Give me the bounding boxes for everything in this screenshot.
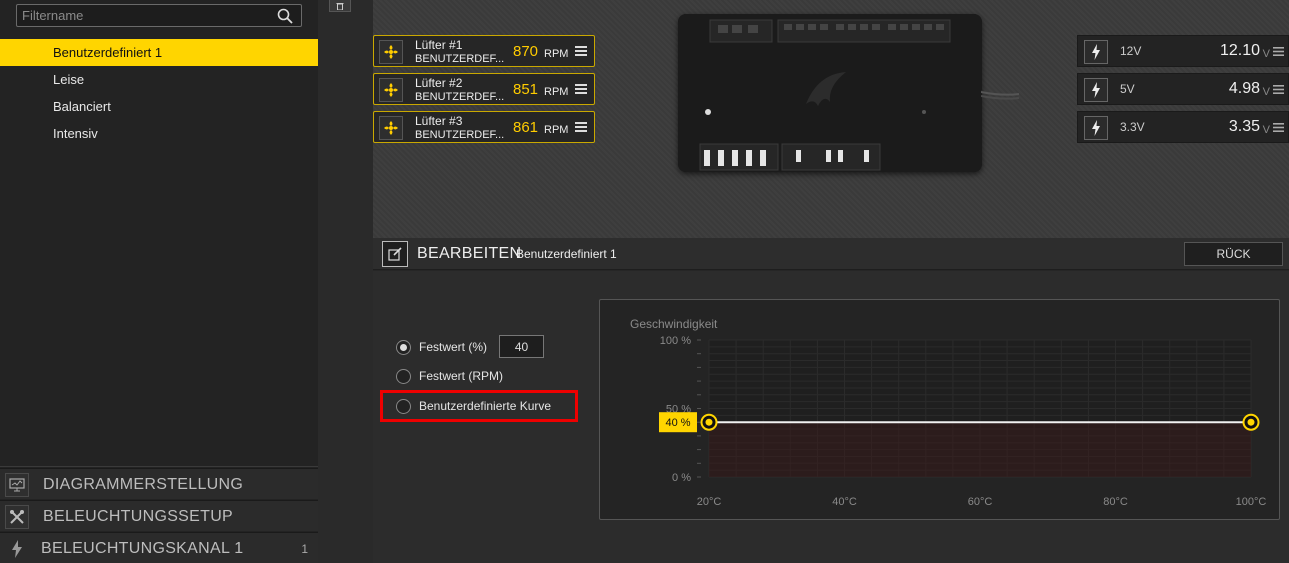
filter-box[interactable]	[16, 4, 302, 27]
sidebar: Benutzerdefiniert 1 Leise Balanciert Int…	[0, 0, 318, 563]
hamburger-menu-icon[interactable]	[1273, 122, 1284, 133]
hamburger-menu-icon[interactable]	[1273, 84, 1284, 95]
radio-button[interactable]	[396, 398, 411, 414]
back-button[interactable]: RÜCK	[1184, 242, 1283, 266]
voltage-value: 4.98	[1228, 80, 1260, 97]
hamburger-menu-icon[interactable]	[1273, 46, 1284, 57]
voltage-card-3-3v: 3.3V 3.35 V	[1077, 111, 1289, 143]
fan-icon	[379, 116, 403, 140]
app-root: Benutzerdefiniert 1 Leise Balanciert Int…	[0, 0, 1289, 563]
lightning-icon	[1084, 116, 1108, 140]
edit-profile-name: Benutzerdefiniert 1	[516, 247, 617, 261]
x-tick-label: 20°C	[697, 496, 722, 508]
section-diagrammerstellung[interactable]: DIAGRAMMERSTELLUNG	[0, 468, 318, 499]
curve-point-center	[705, 418, 713, 426]
sidebar-divider	[0, 466, 318, 467]
filter-input[interactable]	[22, 7, 272, 24]
section-beleuchtungssetup[interactable]: BELEUCHTUNGSSETUP	[0, 500, 318, 531]
fan-name: Lüfter #1	[415, 38, 463, 52]
profile-item-balanciert[interactable]: Balanciert	[0, 93, 318, 120]
hamburger-menu-icon[interactable]	[575, 83, 587, 95]
voltage-label: 5V	[1120, 82, 1135, 96]
section-label: DIAGRAMMERSTELLUNG	[43, 476, 244, 493]
mode-radio-fixed-rpm[interactable]: Festwert (RPM)	[396, 367, 503, 385]
x-tick-label: 60°C	[968, 496, 993, 508]
fan-controller-hub-image	[678, 14, 1019, 172]
voltage-card-5v: 5V 4.98 V	[1077, 73, 1289, 105]
lightning-icon	[5, 537, 29, 561]
section-label: BELEUCHTUNGSKANAL 1	[41, 540, 244, 557]
profile-list: Benutzerdefiniert 1 Leise Balanciert Int…	[0, 39, 318, 147]
profile-item-leise[interactable]: Leise	[0, 66, 318, 93]
voltage-unit: V	[1262, 86, 1270, 98]
mode-radio-fixed-percent[interactable]: Festwert (%)	[396, 338, 487, 356]
hamburger-menu-icon[interactable]	[575, 45, 587, 57]
current-value-label: 40 %	[665, 417, 690, 429]
fan-card-2[interactable]: Lüfter #2 BENUTZERDEF... 851 RPM	[373, 73, 595, 105]
radio-button[interactable]	[396, 339, 411, 355]
voltage-value: 12.10	[1219, 42, 1260, 59]
edit-header: BEARBEITEN Benutzerdefiniert 1 RÜCK	[373, 238, 1289, 270]
voltage-label: 12V	[1120, 44, 1142, 58]
x-tick-label: 100°C	[1236, 496, 1267, 508]
fan-name: Lüfter #2	[415, 76, 463, 90]
voltage-card-12v: 12V 12.10 V	[1077, 35, 1289, 67]
edit-icon	[382, 241, 408, 267]
hamburger-menu-icon[interactable]	[575, 121, 587, 133]
radio-label: Festwert (RPM)	[419, 369, 503, 383]
fan-card-3[interactable]: Lüfter #3 BENUTZERDEF... 861 RPM	[373, 111, 595, 143]
y-tick-label: 0 %	[672, 472, 691, 484]
profile-item-benutzerdefiniert-1[interactable]: Benutzerdefiniert 1	[0, 39, 318, 66]
voltage-unit: V	[1262, 48, 1270, 60]
voltage-unit: V	[1262, 124, 1270, 136]
radio-label: Festwert (%)	[419, 340, 488, 354]
section-count: 1	[301, 542, 308, 556]
curve-point-center	[1247, 418, 1255, 426]
y-tick-label: 100 %	[660, 335, 691, 347]
fan-icon	[379, 40, 403, 64]
hub-cable	[981, 91, 1020, 100]
search-icon[interactable]	[277, 8, 293, 24]
x-tick-label: 40°C	[832, 496, 857, 508]
fan-rpm-value: 851	[513, 81, 539, 98]
voltage-label: 3.3V	[1120, 120, 1145, 134]
fan-rpm-value: 870	[513, 43, 539, 60]
profile-item-intensiv[interactable]: Intensiv	[0, 120, 318, 147]
fan-rpm-unit: RPM	[544, 124, 569, 136]
fixed-value-input[interactable]	[499, 335, 544, 358]
speed-curve-chart[interactable]: 100 %50 %0 %20°C 40°C 60°C 80°C 100°C40 %	[599, 299, 1280, 520]
section-beleuchtungskanal-1[interactable]: BELEUCHTUNGSKANAL 1 1	[0, 532, 318, 563]
voltage-value: 3.35	[1228, 118, 1260, 135]
fan-rpm-unit: RPM	[544, 48, 569, 60]
fan-rpm-unit: RPM	[544, 86, 569, 98]
radio-button[interactable]	[396, 368, 411, 384]
x-tick-label: 80°C	[1103, 496, 1128, 508]
fan-profile: BENUTZERDEF...	[415, 53, 505, 65]
mode-radio-custom-curve[interactable]: Benutzerdefinierte Kurve	[396, 397, 551, 415]
fan-profile: BENUTZERDEF...	[415, 129, 505, 141]
radio-label: Benutzerdefinierte Kurve	[419, 399, 552, 413]
curve-fill-area	[709, 422, 1251, 477]
fan-name: Lüfter #3	[415, 114, 463, 128]
tools-icon	[5, 505, 29, 529]
monitor-icon	[5, 473, 29, 497]
edit-title: BEARBEITEN	[417, 245, 522, 262]
fan-card-1[interactable]: Lüfter #1 BENUTZERDEF... 870 RPM	[373, 35, 595, 67]
section-label: BELEUCHTUNGSSETUP	[43, 508, 234, 525]
gap-strip	[318, 0, 373, 563]
trash-icon[interactable]	[329, 0, 351, 12]
lightning-icon	[1084, 78, 1108, 102]
fan-icon	[379, 78, 403, 102]
fan-rpm-value: 861	[513, 119, 539, 136]
lightning-icon	[1084, 40, 1108, 64]
fan-profile: BENUTZERDEF...	[415, 91, 505, 103]
